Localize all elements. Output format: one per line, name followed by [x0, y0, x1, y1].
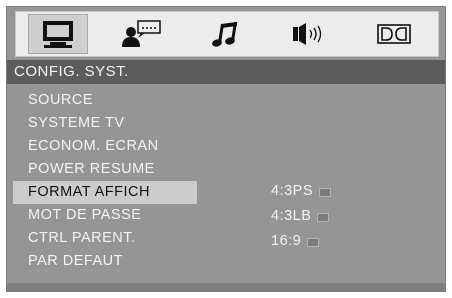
menu-item-display-format[interactable]: FORMAT AFFICH — [13, 181, 197, 204]
tab-speaker-setup[interactable] — [280, 14, 340, 54]
menu-item-power-resume[interactable]: POWER RESUME — [13, 158, 197, 181]
music-note-icon — [211, 19, 241, 49]
section-header: CONFIG. SYST. — [7, 60, 445, 84]
option-label: 4:3LB — [271, 208, 312, 224]
menu-item-screen-saver[interactable]: ECONOM. ECRAN — [13, 135, 197, 158]
bottom-strip — [7, 283, 445, 291]
dolby-icon — [376, 22, 412, 46]
page-title: CONFIG. SYST. — [14, 63, 129, 80]
speech-person-icon — [120, 19, 164, 49]
option-4-3-letterbox[interactable]: 4:3LB — [271, 204, 391, 229]
menu-item-default[interactable]: PAR DEFAUT — [13, 250, 197, 273]
settings-menu: SOURCE SYSTEME TV ECONOM. ECRAN POWER RE… — [13, 89, 197, 273]
option-marker-icon — [317, 213, 330, 222]
option-label: 16:9 — [271, 233, 302, 249]
option-marker-icon — [319, 188, 331, 197]
tab-system-setup[interactable] — [28, 14, 88, 54]
format-options: 4:3PS 4:3LB 16:9 — [271, 179, 391, 254]
menu-item-tv-system[interactable]: SYSTEME TV — [13, 112, 197, 135]
menu-item-parental-control[interactable]: CTRL PARENT. — [13, 227, 197, 250]
osd-screen: CONFIG. SYST. SOURCE SYSTEME TV ECONOM. … — [6, 6, 446, 292]
speaker-icon — [290, 21, 330, 47]
option-marker-icon — [307, 238, 320, 247]
menu-item-source[interactable]: SOURCE — [13, 89, 197, 112]
monitor-icon — [40, 19, 76, 49]
tab-bar — [15, 11, 439, 57]
option-4-3-pan-scan[interactable]: 4:3PS — [271, 179, 391, 204]
tab-audio-setup[interactable] — [196, 14, 256, 54]
option-16-9[interactable]: 16:9 — [271, 229, 391, 254]
option-label: 4:3PS — [271, 183, 313, 199]
tab-language-setup[interactable] — [112, 14, 172, 54]
tab-dolby-setup[interactable] — [364, 14, 424, 54]
menu-item-password[interactable]: MOT DE PASSE — [13, 204, 197, 227]
